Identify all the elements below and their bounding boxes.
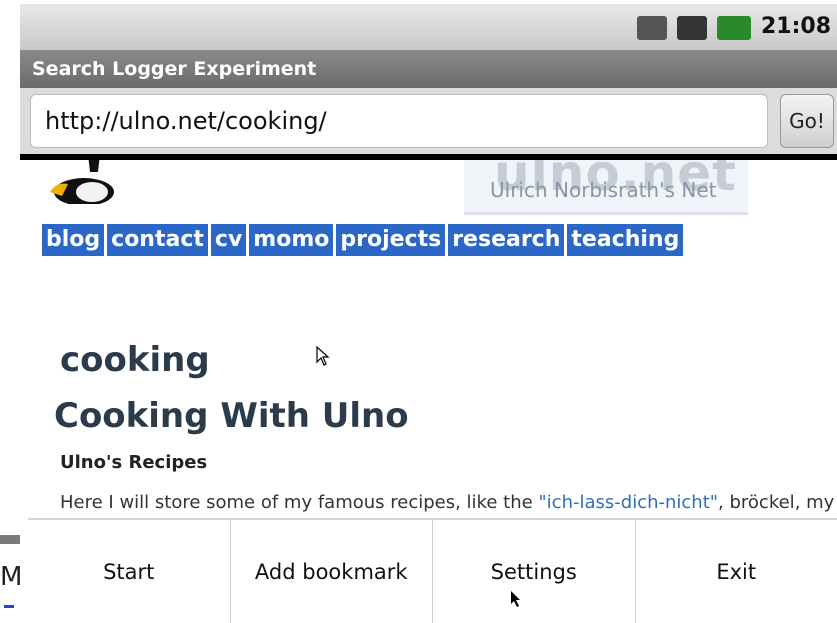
penguin-logo-icon (48, 160, 120, 204)
page-heading-small: cooking (60, 340, 210, 380)
menu-item-start[interactable]: Start (28, 520, 231, 623)
site-logo-subtitle: Ulrich Norbisrath's Net (490, 178, 716, 202)
nav-tab-teaching[interactable]: teaching (567, 224, 683, 256)
emulator-screen: 21:08 Search Logger Experiment http://ul… (20, 4, 837, 621)
nav-tab-contact[interactable]: contact (107, 224, 208, 256)
intro-paragraph: Here I will store some of my famous reci… (60, 492, 837, 513)
url-row: http://ulno.net/cooking/ Go! (20, 88, 837, 154)
intro-text-middle: , bröckel, my (718, 492, 837, 513)
app-title-bar: Search Logger Experiment (20, 50, 837, 88)
background-page (0, 0, 20, 621)
recipe-link-ich-lass-dich-nicht[interactable]: "ich-lass-dich-nicht" (538, 492, 718, 513)
nav-tab-momo[interactable]: momo (249, 224, 333, 256)
section-subheading: Ulno's Recipes (60, 452, 207, 473)
go-button[interactable]: Go! (780, 94, 834, 148)
network-icon (637, 16, 667, 40)
intro-text-start: Here I will store some of my famous reci… (60, 492, 538, 513)
status-icons (637, 16, 751, 40)
status-clock: 21:08 (761, 14, 831, 39)
site-logo[interactable]: ulno.net Ulrich Norbisrath's Net (464, 160, 748, 215)
background-link[interactable] (4, 605, 14, 608)
nav-tab-cv[interactable]: cv (211, 224, 246, 256)
url-input[interactable]: http://ulno.net/cooking/ (30, 94, 768, 148)
touch-pointer-icon (510, 590, 522, 608)
battery-icon (717, 16, 751, 40)
menu-item-exit[interactable]: Exit (636, 520, 837, 623)
nav-tab-blog[interactable]: blog (42, 224, 104, 256)
nav-tab-projects[interactable]: projects (336, 224, 445, 256)
site-nav: blog contact cv momo projects research t… (42, 224, 683, 256)
menu-item-add-bookmark[interactable]: Add bookmark (231, 520, 434, 623)
options-menu: Start Add bookmark Settings Exit (28, 518, 837, 623)
mouse-pointer-icon (316, 346, 330, 366)
page-title: Cooking With Ulno (54, 396, 409, 436)
menu-item-settings[interactable]: Settings (433, 520, 636, 623)
signal-icon (677, 16, 707, 40)
nav-tab-research[interactable]: research (448, 224, 564, 256)
status-bar: 21:08 (20, 4, 837, 50)
